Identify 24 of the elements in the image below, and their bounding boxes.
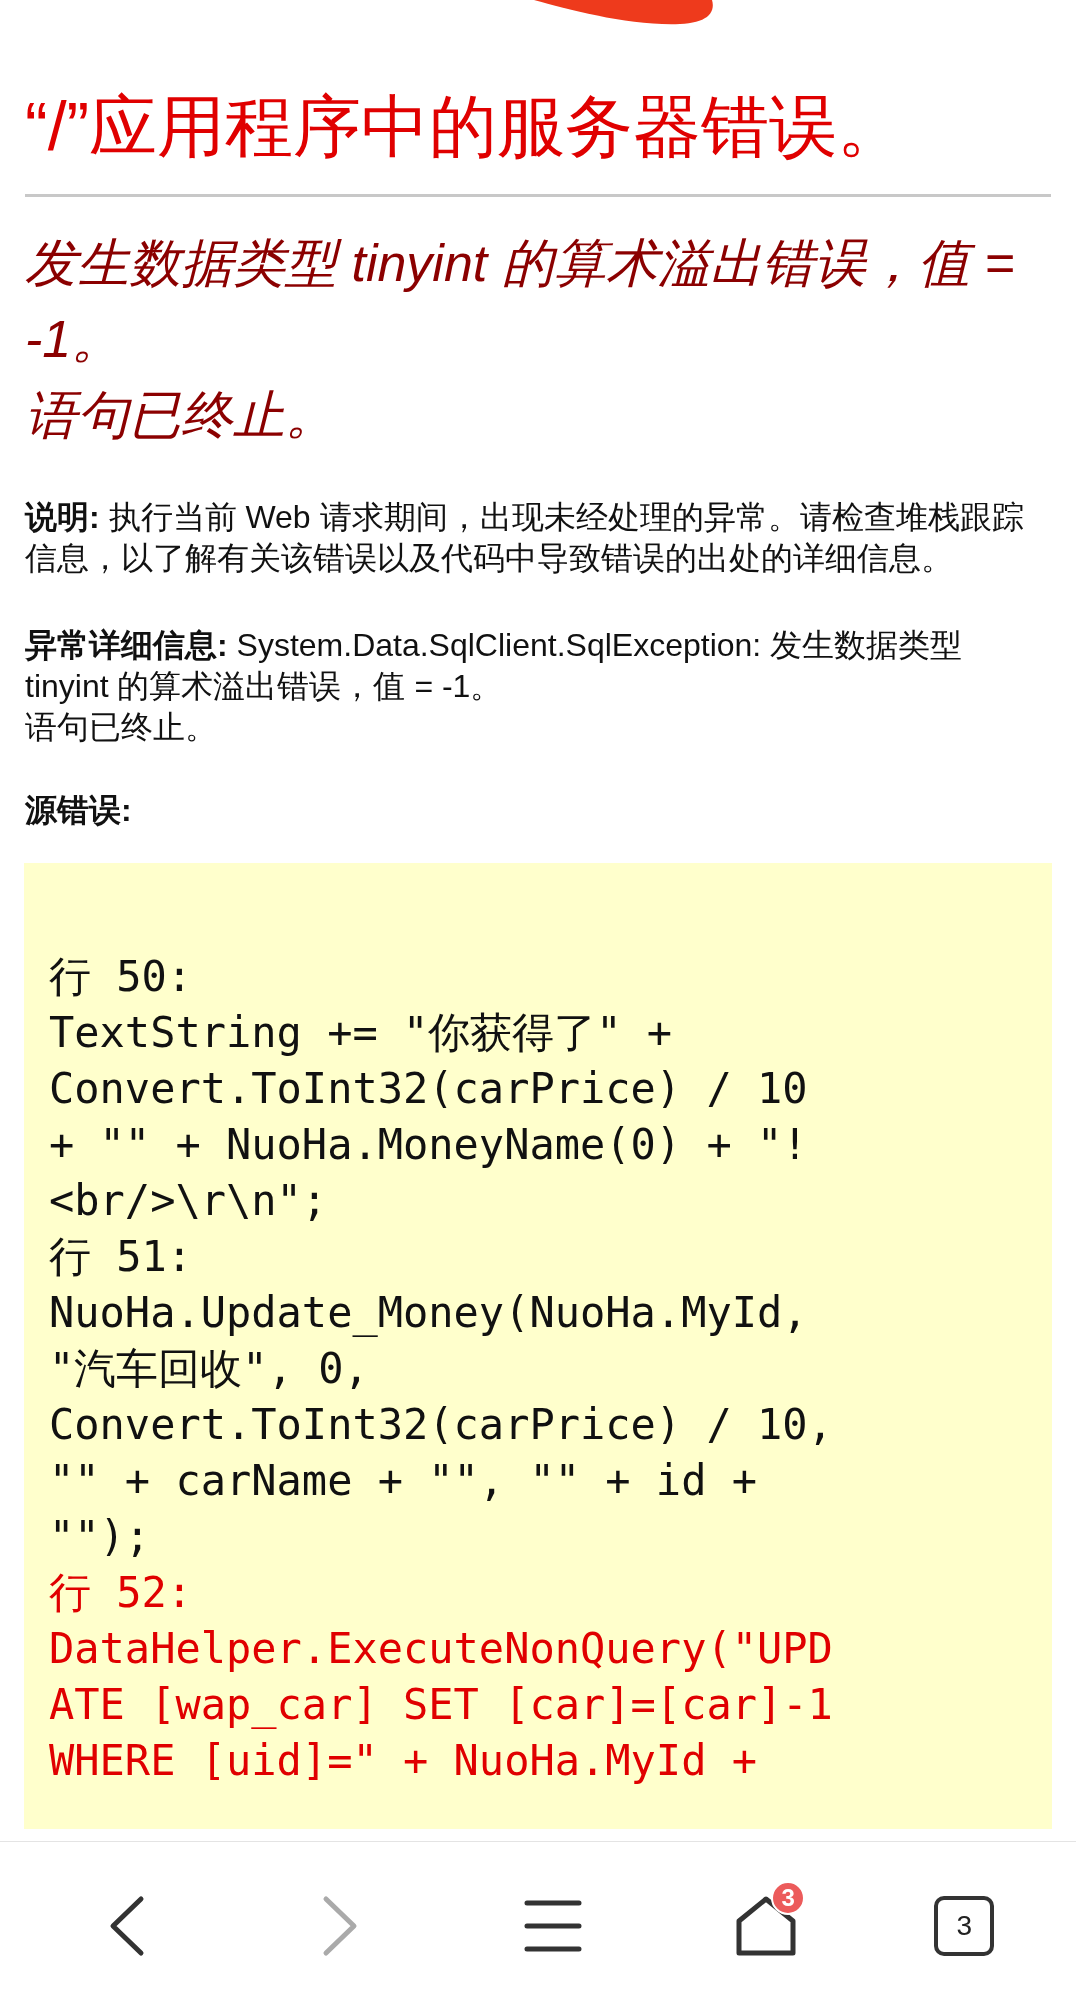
code-line: 行 51: [49, 1231, 194, 1283]
code-line: "" + carName + "", "" + id + [49, 1455, 758, 1507]
error-heading: 发生数据类型 tinyint 的算术溢出错误，值 = -1。 [25, 233, 1016, 370]
exception-details-text: 语句已终止。 [25, 708, 218, 747]
code-line: <br/>\r\n"; [49, 1175, 329, 1227]
code-line: Convert.ToInt32(carPrice) / 10 [49, 1063, 809, 1115]
code-line: 行 50: [49, 951, 194, 1003]
code-line: + "" + NuoHa.MoneyName(0) + "! [49, 1119, 809, 1171]
description-text: 说明: 执行当前 Web 请求期间，出现未经处理的异常。请检查堆栈跟踪信息，以了解有关该错误以及代码中导致错误的出处的详细信息。 [25, 498, 1025, 578]
code-line: 行 52: [49, 1567, 194, 1619]
code-line: NuoHa.Update_Money(NuoHa.MyId, [49, 1287, 809, 1339]
code-line: "汽车回收", 0, [49, 1343, 370, 1395]
page-title: “/”应用程序中的服务器错误。 [25, 86, 1051, 197]
code-line: ATE [wap_car] SET [car]=[car]-1 [49, 1679, 834, 1731]
code-line: WHERE [uid]=" + NuoHa.MyId + [49, 1735, 758, 1787]
tabs-button[interactable]: 3 [934, 1895, 995, 1956]
error-heading: 语句已终止。 [25, 385, 338, 446]
notification-badge: 3 [771, 1880, 806, 1915]
source-error-label: 源错误: [25, 791, 133, 830]
code-line: DataHelper.ExecuteNonQuery("UPD [49, 1623, 834, 1675]
exception-details-text: 异常详细信息: System.Data.SqlClient.SqlException: 发生数据类型 tinyint 的算术溢出错误，值 = -1。 [25, 626, 964, 706]
code-line: TextString += "你获得了" + [49, 1007, 674, 1059]
code-line: Convert.ToInt32(carPrice) / 10, [49, 1399, 834, 1451]
code-line: ""); [49, 1511, 152, 1563]
